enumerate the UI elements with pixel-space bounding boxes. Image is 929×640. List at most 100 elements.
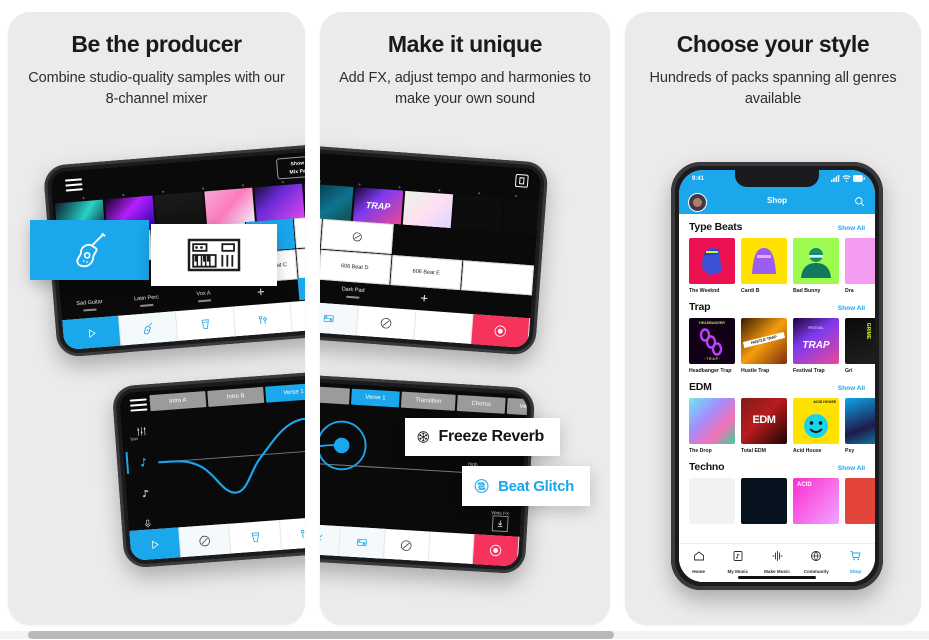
fx-tool-button[interactable] [356,305,417,340]
shop-tile[interactable]: Bad Bunny [793,238,839,294]
tile-row[interactable]: HEADBANGER · T R A P · Headbanger Trap H… [689,318,875,374]
tile-row[interactable]: The Weeknd Cardi B Bad Bunny Dra [689,238,875,294]
shop-tile[interactable]: EDM Total EDM [741,398,787,454]
shop-tile[interactable]: Dra [845,238,875,294]
shop-content[interactable]: Type Beats Show All The Weeknd Cardi B B… [679,214,875,544]
screenshot-panel-2[interactable]: Make it unique Add FX, adjust tempo and … [320,12,610,625]
horizontal-scrollbar[interactable] [0,629,929,640]
section-tab[interactable]: Chorus [456,394,506,414]
show-all-link[interactable]: Show All [838,305,865,312]
section-tab[interactable]: Verse [506,397,528,417]
mixer-tool-button[interactable] [339,526,386,559]
shop-tile[interactable] [741,478,787,524]
panel-1-header: Be the producer Combine studio-quality s… [8,31,305,109]
instrument-card-guitar[interactable] [30,220,149,280]
section-tab[interactable]: Transition [400,391,456,411]
play-button[interactable] [129,527,182,561]
play-button[interactable] [62,315,122,351]
guitar-tool-button[interactable] [119,311,179,346]
drum-tool-button[interactable] [176,306,236,342]
show-all-link[interactable]: Show All [838,385,865,392]
fx-tool-button[interactable] [179,523,232,558]
scrollbar-thumb[interactable] [28,631,614,639]
automation-curve[interactable] [155,405,305,524]
shop-tile[interactable]: THE DROP The Drop [689,398,735,454]
pack-artwork: HUSTLE TRAP [741,318,787,364]
section-tab[interactable]: Intro A [149,391,207,412]
tab-home[interactable]: Home [679,544,718,582]
shop-tile[interactable]: ACID HOUSE Acid House [793,398,839,454]
grid-cell-empty[interactable] [463,229,537,265]
shop-tile[interactable]: The Weeknd [689,238,735,294]
tile-row[interactable]: ACID [689,478,875,524]
grid-cell-fx[interactable] [320,218,394,254]
tab-label: My Music [727,569,749,574]
pack-artwork: EDM [741,398,787,444]
shop-tile[interactable]: ACID [793,478,839,524]
fx-tool-button[interactable] [383,528,431,562]
shop-tile[interactable]: FESTIVAL TRAP Festival Trap [793,318,839,374]
show-all-link[interactable]: Show All [838,465,865,472]
pack-name: Hustle Trap [741,368,770,374]
shop-tile[interactable]: HUSTLE TRAP Hustle Trap [741,318,787,374]
pack-name: Psy [845,448,855,454]
mix-pack-art[interactable] [204,187,255,226]
shop-section-trap: Trap Show All HEADBANGER · T R A P · Hea… [679,294,875,374]
drum-tool-button[interactable] [229,520,282,554]
fx-rail[interactable] [129,417,159,528]
shop-tile[interactable]: HEADBANGER · T R A P · Headbanger Trap [689,318,735,374]
record-button[interactable] [471,314,531,349]
add-track-button[interactable]: + [388,288,460,306]
mixer-icon [356,538,368,547]
screenshot-panel-1[interactable]: Be the producer Combine studio-quality s… [8,12,305,625]
fx-tool-button[interactable] [290,297,305,332]
guitar-tool-button[interactable] [320,523,342,557]
mix-pack-art[interactable] [402,190,454,229]
show-all-mix-packs-button[interactable]: Show All Mix Packs [275,154,305,180]
layers-icon[interactable] [514,173,529,188]
fx-pill-beat-glitch[interactable]: Beat Glitch [462,466,590,506]
track-label[interactable]: Latin Perc [118,293,176,309]
instrument-card-keyboard[interactable] [151,224,277,286]
fx-pill-freeze-reverb[interactable]: Freeze Reverb [405,418,560,456]
track-label[interactable]: Sad Guitar [61,297,119,313]
download-icon[interactable] [491,515,509,533]
phone-screen: 9:41 Shop Type Beats Show All The Weeknd… [679,170,875,582]
shop-tile[interactable]: GRIME Gri [845,318,875,374]
mix-pack-art[interactable] [502,198,542,236]
section-tab-active[interactable]: Verse 1 [350,388,400,408]
track-label[interactable] [289,284,305,289]
tab-shop[interactable]: Shop [836,544,875,582]
section-tab[interactable] [320,386,350,405]
mixer-tool-button[interactable] [279,516,305,550]
grid-cell[interactable]: 606 [293,214,305,249]
pack-art-title: EDM [752,414,776,426]
track-label[interactable] [460,300,531,305]
note-icon[interactable] [131,448,155,476]
track-label[interactable]: Vox A [175,288,233,304]
shop-tile[interactable]: Psy [845,398,875,454]
fx-icon [199,535,211,546]
mix-pack-art[interactable]: TRAP [352,187,404,225]
show-all-link[interactable]: Show All [838,225,865,232]
artist-art-cardi [752,248,776,274]
section-tab[interactable]: Intro B [207,386,265,407]
mix-pack-art[interactable] [320,183,354,221]
search-icon[interactable] [854,196,865,207]
shop-tile[interactable] [689,478,735,524]
shop-tile[interactable] [845,478,875,524]
grid-cell-empty[interactable] [392,224,465,260]
mixer-tool-button[interactable] [320,301,360,336]
music-icon[interactable] [134,479,158,507]
menu-icon[interactable] [64,178,83,192]
nav-bar: Shop [679,189,875,214]
record-button[interactable] [473,534,520,567]
section-tab-active[interactable]: Verse 1 [265,382,305,403]
track-label[interactable]: Dark Pad [320,284,389,300]
drum-icon [201,318,209,329]
tile-row[interactable]: THE DROP The Drop EDM Total EDM [689,398,875,454]
mixer-tool-button[interactable] [233,301,293,337]
mix-pack-art[interactable] [452,194,503,232]
mix-pack-art[interactable] [254,183,305,222]
shop-tile[interactable]: Cardi B [741,238,787,294]
